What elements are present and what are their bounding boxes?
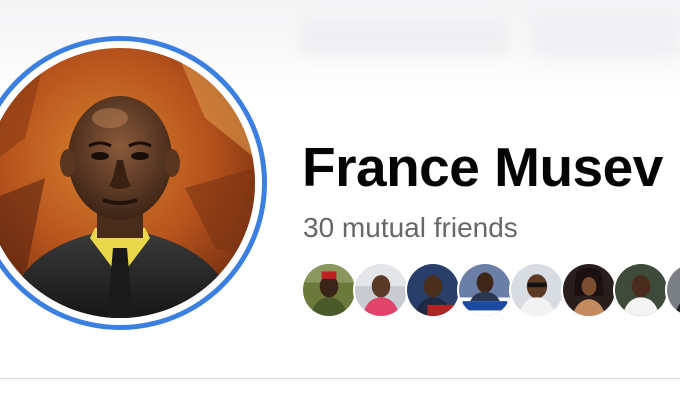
profile-photo-image [0, 48, 255, 318]
profile-header: France Musev 30 mutual friends [0, 0, 680, 400]
friend-avatar-1[interactable] [301, 262, 357, 318]
section-divider [0, 378, 680, 379]
mutual-friends-count[interactable]: 30 mutual friends [303, 211, 518, 245]
friend-avatar-2[interactable] [353, 262, 409, 318]
mutual-friends-avatars[interactable] [301, 262, 680, 320]
friend-avatar-6[interactable] [561, 262, 617, 318]
profile-name[interactable]: France Musev [302, 136, 663, 198]
friend-avatar-4[interactable] [457, 262, 513, 318]
friend-avatar-5[interactable] [509, 262, 565, 318]
friend-avatar-8[interactable] [665, 262, 680, 318]
friend-avatar-3[interactable] [405, 262, 461, 318]
friend-avatar-7[interactable] [613, 262, 669, 318]
